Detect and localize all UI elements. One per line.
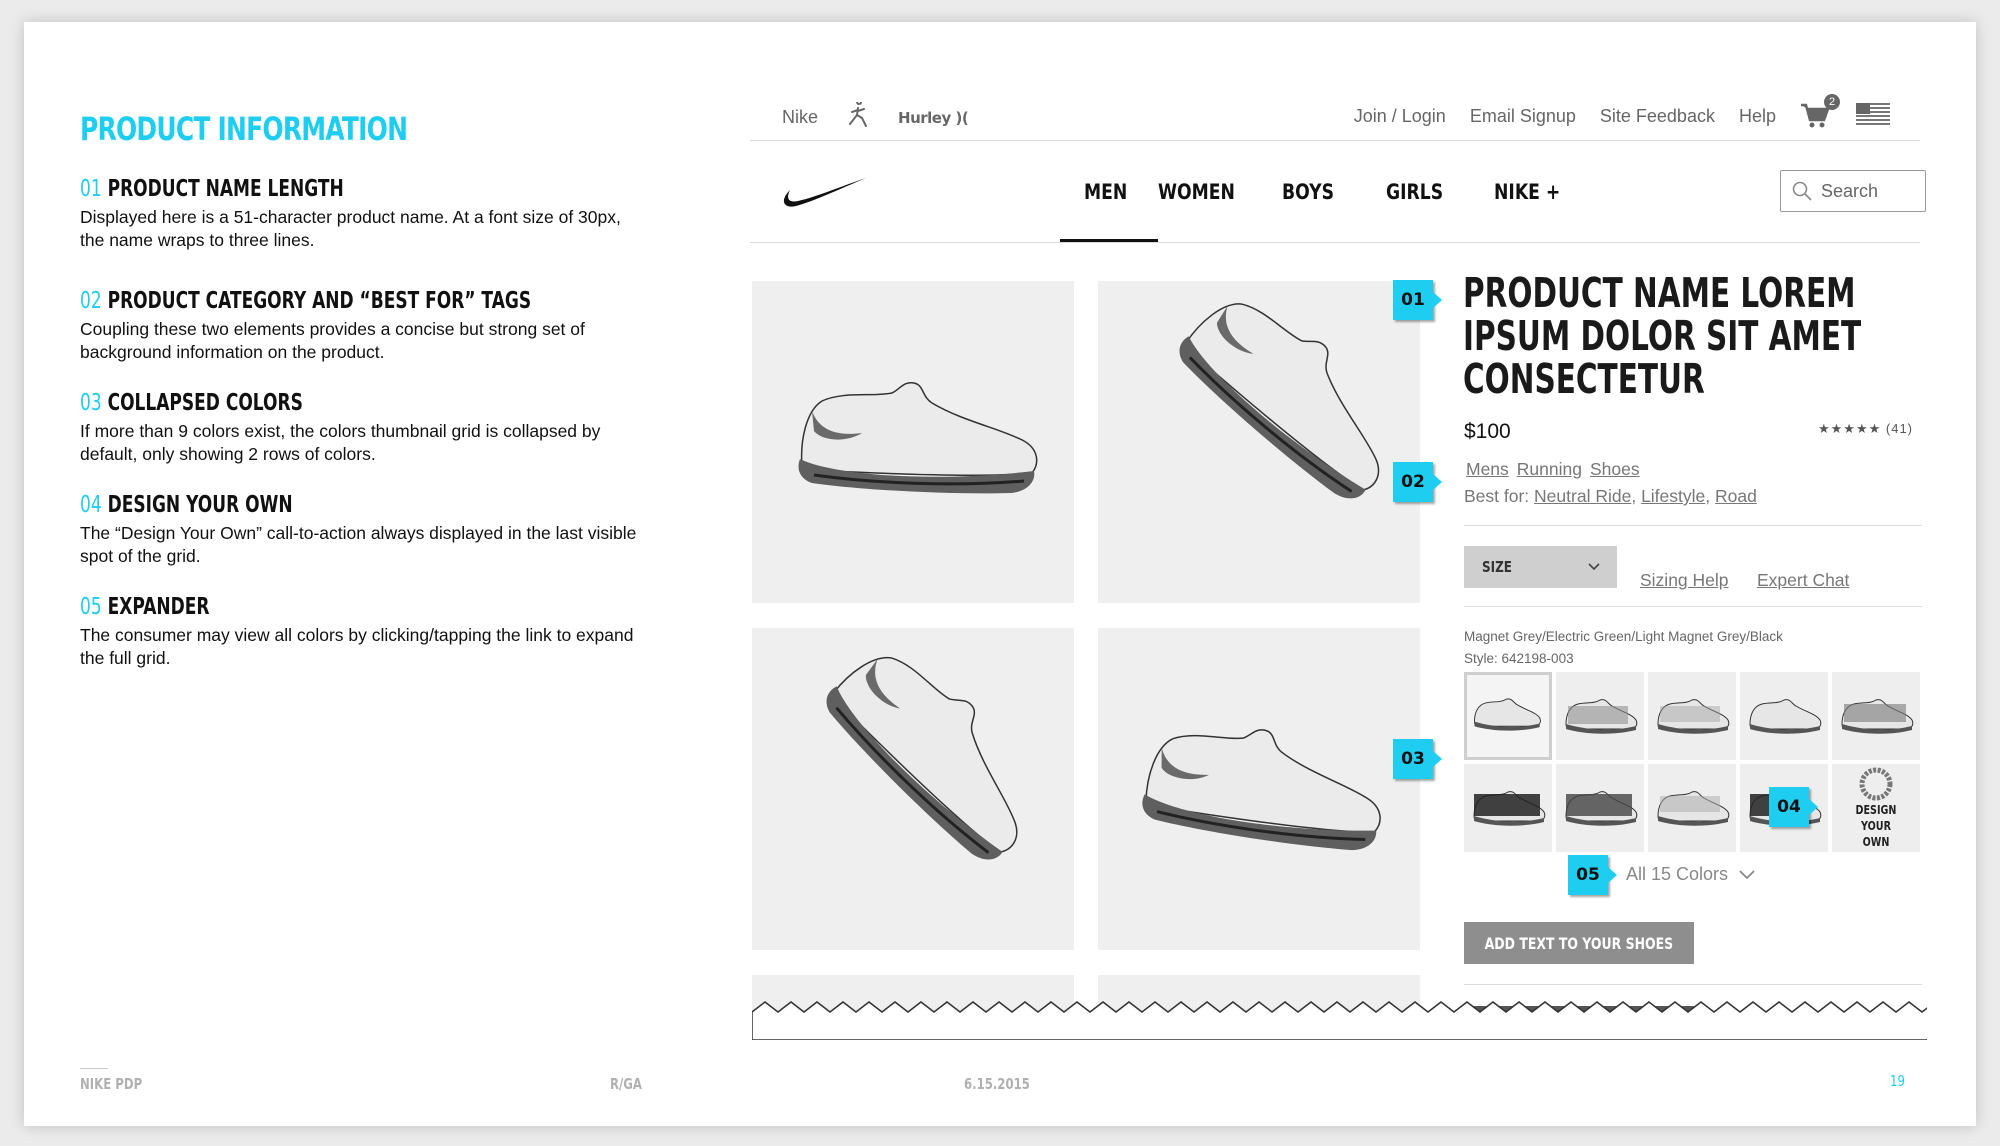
footer-page-number: 19 bbox=[1890, 1072, 1905, 1090]
product-image-4[interactable] bbox=[1098, 628, 1420, 950]
color-swatch[interactable] bbox=[1832, 672, 1920, 760]
note-heading: PRODUCT CATEGORY AND “BEST FOR” TAGS bbox=[107, 288, 532, 314]
shoe-image bbox=[811, 627, 1066, 872]
color-info: Magnet Grey/Electric Green/Light Magnet … bbox=[1464, 626, 1783, 670]
us-flag-icon[interactable] bbox=[1856, 102, 1890, 130]
note-heading: COLLAPSED COLORS bbox=[107, 390, 303, 416]
divider bbox=[1464, 984, 1922, 985]
annotation-badge-04: 04 bbox=[1769, 787, 1818, 827]
shoe-image bbox=[1164, 273, 1424, 511]
cart-count-badge: 2 bbox=[1824, 94, 1840, 110]
category-link[interactable]: Shoes bbox=[1590, 459, 1640, 479]
size-select[interactable]: SIZE bbox=[1464, 546, 1617, 588]
product-rating[interactable]: ★★★★★ (41) bbox=[1818, 421, 1913, 437]
chevron-down-icon bbox=[1588, 563, 1600, 571]
note-body: The “Design Your Own” call-to-action alw… bbox=[80, 523, 637, 566]
color-name: Magnet Grey/Electric Green/Light Magnet … bbox=[1464, 629, 1783, 644]
design-your-own-icon bbox=[1859, 767, 1893, 801]
nav-item-men[interactable]: MEN bbox=[1060, 180, 1158, 204]
color-swatch[interactable] bbox=[1740, 672, 1828, 760]
note-02: 02 PRODUCT CATEGORY AND “BEST FOR” TAGS … bbox=[80, 288, 640, 364]
search-icon bbox=[1792, 181, 1812, 201]
divider bbox=[1464, 606, 1922, 607]
nav-item-girls[interactable]: GIRLS bbox=[1386, 180, 1494, 204]
email-signup-link[interactable]: Email Signup bbox=[1470, 106, 1576, 127]
shoe-image bbox=[1138, 716, 1390, 855]
annotation-badge-03: 03 bbox=[1393, 739, 1442, 779]
color-swatch[interactable] bbox=[1464, 764, 1552, 852]
color-swatch[interactable] bbox=[1556, 764, 1644, 852]
product-price: $100 bbox=[1464, 420, 1511, 443]
nike-swoosh-logo[interactable] bbox=[782, 176, 866, 208]
note-heading: PRODUCT NAME LENGTH bbox=[107, 176, 344, 202]
divider bbox=[1464, 525, 1922, 526]
product-image-1[interactable] bbox=[752, 281, 1074, 603]
note-body: Displayed here is a 51-character product… bbox=[80, 207, 621, 250]
product-image-3[interactable] bbox=[752, 627, 1074, 950]
torn-edge bbox=[752, 1001, 1927, 1040]
best-for-link[interactable]: Neutral Ride bbox=[1534, 486, 1631, 506]
join-login-link[interactable]: Join / Login bbox=[1354, 106, 1446, 127]
color-swatch[interactable] bbox=[1556, 672, 1644, 760]
product-image-2[interactable] bbox=[1098, 273, 1424, 603]
footer-agency: R/GA bbox=[610, 1075, 642, 1093]
utility-bar: Nike Hurley )( Join / Login Email Signup… bbox=[750, 90, 1920, 141]
sizing-help-link[interactable]: Sizing Help bbox=[1640, 570, 1729, 591]
footer-date: 6.15.2015 bbox=[964, 1075, 1030, 1093]
note-03: 03 COLLAPSED COLORS If more than 9 color… bbox=[80, 390, 640, 466]
note-heading: DESIGN YOUR OWN bbox=[107, 492, 293, 518]
help-link[interactable]: Help bbox=[1739, 106, 1776, 127]
note-04: 04 DESIGN YOUR OWN The “Design Your Own”… bbox=[80, 492, 640, 568]
brand-link-hurley[interactable]: Hurley )( bbox=[898, 109, 969, 127]
brand-link-nike[interactable]: Nike bbox=[782, 107, 818, 128]
color-swatch[interactable] bbox=[1648, 764, 1736, 852]
color-swatch[interactable] bbox=[1464, 672, 1552, 760]
product-name: PRODUCT NAME LOREM IPSUM DOLOR SIT AMET … bbox=[1463, 269, 1862, 403]
site-feedback-link[interactable]: Site Feedback bbox=[1600, 106, 1715, 127]
note-body: The consumer may view all colors by clic… bbox=[80, 625, 634, 668]
search-input[interactable]: Search bbox=[1780, 170, 1926, 212]
all-colors-expander[interactable]: All 15 Colors bbox=[1626, 864, 1756, 885]
product-categories: Mens Running Shoes bbox=[1466, 459, 1648, 480]
main-nav: MEN WOMEN BOYS GIRLS NIKE + Search bbox=[750, 142, 1926, 243]
shoe-image bbox=[797, 381, 1039, 495]
color-swatch[interactable] bbox=[1648, 672, 1736, 760]
category-link[interactable]: Mens bbox=[1466, 459, 1509, 479]
add-text-button[interactable]: ADD TEXT TO YOUR SHOES bbox=[1464, 922, 1694, 964]
note-body: Coupling these two elements provides a c… bbox=[80, 319, 585, 362]
color-swatch-grid: DESIGN YOUR OWN bbox=[1464, 672, 1924, 854]
note-01: 01 PRODUCT NAME LENGTH Displayed here is… bbox=[80, 176, 640, 252]
annotation-badge-02: 02 bbox=[1393, 462, 1442, 502]
footer-rule bbox=[80, 1068, 108, 1069]
best-for-tags: Best for: Neutral Ride, Lifestyle, Road bbox=[1464, 486, 1757, 506]
best-for-link[interactable]: Lifestyle bbox=[1641, 486, 1705, 506]
style-number: Style: 642198-003 bbox=[1464, 651, 1574, 666]
cart-button[interactable]: 2 bbox=[1800, 94, 1840, 130]
nav-item-nike-plus[interactable]: NIKE + bbox=[1494, 180, 1594, 204]
footer-project: NIKE PDP bbox=[80, 1075, 143, 1093]
jordan-logo-icon[interactable] bbox=[846, 99, 870, 133]
nav-active-indicator bbox=[1060, 239, 1158, 242]
expert-chat-link[interactable]: Expert Chat bbox=[1757, 570, 1849, 591]
design-your-own-button[interactable]: DESIGN YOUR OWN bbox=[1832, 764, 1920, 852]
section-title: PRODUCT INFORMATION bbox=[80, 110, 408, 148]
nav-item-boys[interactable]: BOYS bbox=[1282, 180, 1386, 204]
note-05: 05 EXPANDER The consumer may view all co… bbox=[80, 594, 640, 670]
note-body: If more than 9 colors exist, the colors … bbox=[80, 421, 601, 464]
annotation-badge-01: 01 bbox=[1393, 280, 1442, 320]
note-heading: EXPANDER bbox=[107, 594, 210, 620]
best-for-link[interactable]: Road bbox=[1715, 486, 1757, 506]
chevron-down-icon bbox=[1739, 869, 1755, 879]
category-link[interactable]: Running bbox=[1517, 459, 1582, 479]
nav-item-women[interactable]: WOMEN bbox=[1158, 180, 1282, 204]
annotation-badge-05: 05 bbox=[1568, 855, 1617, 895]
